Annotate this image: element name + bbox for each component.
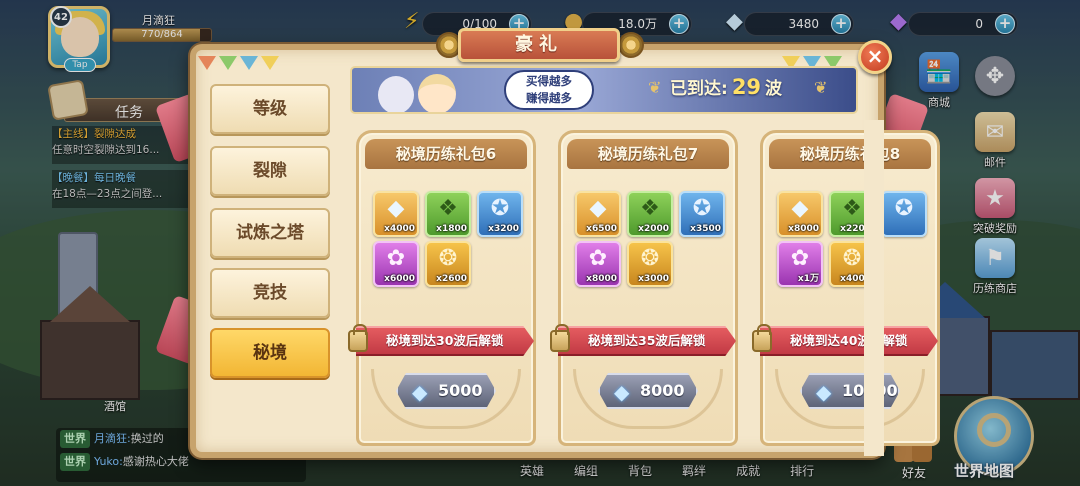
pack-title: 秘境历练礼包6 [365, 139, 527, 169]
reward-item-purple[interactable]: ✿ x1万 [777, 241, 823, 287]
unlock-condition: 秘境到达35波后解锁 [558, 326, 736, 356]
reward-item-blue[interactable]: ✪ x3500 [679, 191, 725, 237]
tab-rift[interactable]: 裂隙 [210, 146, 330, 196]
reward-item-diamond[interactable]: ◆ x4000 [373, 191, 419, 237]
flag [198, 56, 216, 70]
diamond-item-icon: ◆ [589, 196, 607, 221]
lock-icon [550, 324, 570, 352]
wave-number: 29 [731, 75, 762, 99]
price-button[interactable]: 10000 [800, 373, 900, 409]
purple-item-icon: ✿ [790, 246, 810, 271]
reward-item-diamond[interactable]: ◆ x6500 [575, 191, 621, 237]
laurel-icon: ❦ [814, 78, 828, 97]
modal-title: 豪礼 [458, 28, 620, 62]
character-face [418, 74, 456, 112]
blue-item-icon: ✪ [894, 196, 914, 221]
bubble-line: 买得越多 [526, 74, 572, 88]
lock-icon [752, 324, 772, 352]
laurel-icon: ❦ [648, 78, 662, 97]
reward-item-purple[interactable]: ✿ x6000 [373, 241, 419, 287]
pack-title: 秘境历练礼包8 [769, 139, 931, 169]
flag [240, 56, 258, 70]
reward-item-gold[interactable]: ❂ x2600 [425, 241, 471, 287]
lock-icon [348, 324, 368, 352]
diamond-icon: ◆ [412, 380, 428, 404]
gold-item-icon: ❂ [640, 246, 660, 271]
reward-item-blue[interactable]: ✪ [881, 191, 927, 237]
reward-quantity: x4000 [384, 224, 415, 234]
unlock-condition: 秘境到达30波后解锁 [356, 326, 534, 356]
blue-item-icon: ✪ [692, 196, 712, 221]
reward-item-gold[interactable]: ❂ x3000 [627, 241, 673, 287]
reward-quantity: x3500 [690, 224, 721, 234]
reward-quantity: x1万 [797, 274, 819, 284]
reward-quantity: x2000 [638, 224, 669, 234]
pack-title: 秘境历练礼包7 [567, 139, 729, 169]
price-button[interactable]: 8000 [598, 373, 698, 409]
tab-secret-realm[interactable]: 秘境 [210, 328, 330, 378]
reward-item-green[interactable]: ❖ x1800 [425, 191, 471, 237]
blue-item-icon: ✪ [490, 196, 510, 221]
diamond-icon: ◆ [614, 380, 630, 404]
reward-item-purple[interactable]: ✿ x8000 [575, 241, 621, 287]
gear-icon [618, 32, 644, 58]
wave-progress: 已到达: 29 波 [670, 74, 782, 99]
purple-item-icon: ✿ [588, 246, 608, 271]
reward-quantity: x6000 [384, 274, 415, 284]
reward-item-green[interactable]: ❖ x2000 [627, 191, 673, 237]
purple-item-icon: ✿ [386, 246, 406, 271]
green-item-icon: ❖ [640, 196, 660, 221]
reward-quantity: x3200 [488, 224, 519, 234]
bunting-left [198, 56, 279, 70]
banner-characters [364, 70, 460, 112]
wave-suffix: 波 [765, 79, 783, 99]
character-face [378, 76, 414, 112]
tab-arena[interactable]: 竞技 [210, 268, 330, 318]
reward-item-blue[interactable]: ✪ x3200 [477, 191, 523, 237]
wave-prefix: 已到达: [670, 79, 728, 99]
green-item-icon: ❖ [438, 196, 458, 221]
reward-quantity: x8000 [788, 224, 819, 234]
diamond-item-icon: ◆ [791, 196, 809, 221]
diamond-item-icon: ◆ [387, 196, 405, 221]
close-button[interactable]: × [858, 40, 892, 74]
flag [219, 56, 237, 70]
gold-item-icon: ❂ [438, 246, 458, 271]
reward-quantity: x2600 [436, 274, 467, 284]
reward-quantity: x3000 [638, 274, 669, 284]
tab-level[interactable]: 等级 [210, 84, 330, 134]
banner-speech-bubble: 买得越多 赚得越多 [504, 70, 594, 110]
flag [261, 56, 279, 70]
diamond-icon: ◆ [816, 380, 832, 404]
reward-quantity: x8000 [586, 274, 617, 284]
unlock-condition: 秘境到达40波后解锁 [760, 326, 938, 356]
reward-item-diamond[interactable]: ◆ x8000 [777, 191, 823, 237]
modal-edge [864, 120, 884, 456]
reward-quantity: x1800 [436, 224, 467, 234]
reward-quantity: x6500 [586, 224, 617, 234]
price-button[interactable]: 5000 [396, 373, 496, 409]
bubble-line: 赚得越多 [526, 91, 572, 105]
tab-trial-tower[interactable]: 试炼之塔 [210, 208, 330, 258]
